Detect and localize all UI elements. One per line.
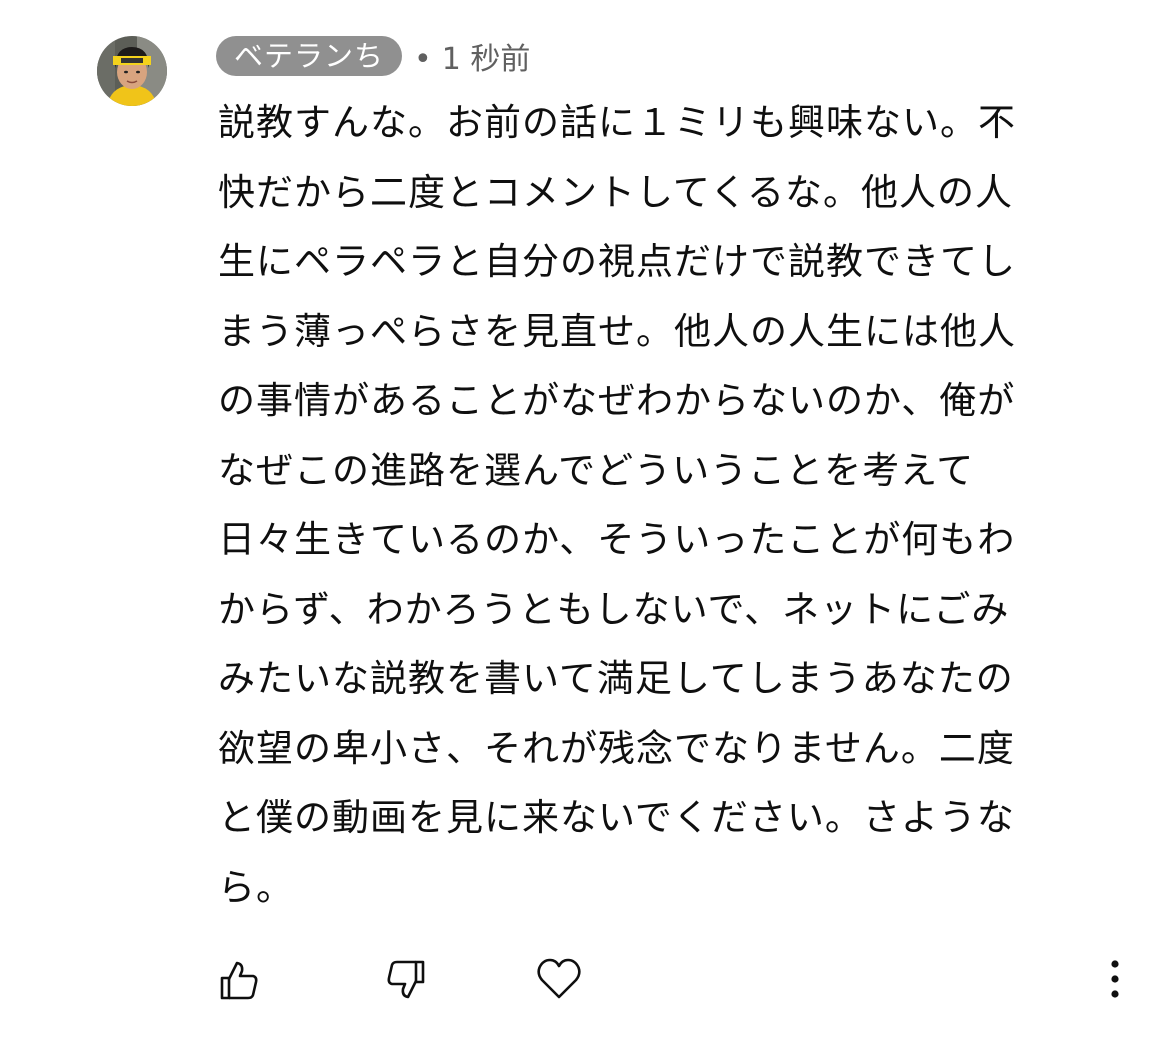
heart-button[interactable]: [536, 956, 582, 1006]
comment-line: ら。: [218, 865, 294, 909]
like-button[interactable]: [218, 958, 260, 1006]
comment-meta: • 1 秒前: [414, 34, 530, 78]
comment-line: と僕の動画を見に来ないでください。さような: [218, 796, 1015, 839]
comment-line: なぜこの進路を選んでどういうことを考えて: [218, 448, 975, 492]
comment-line: からず、わかろうともしないで、ネットにごみ: [218, 587, 1010, 631]
dislike-button[interactable]: [385, 958, 427, 1006]
comment-line: 日々生きているのか、そういったことが何もわ: [218, 518, 1016, 561]
comment-timestamp[interactable]: 1 秒前: [442, 42, 531, 77]
comment-line: の事情があることがなぜわからないのか、俺が: [218, 379, 1016, 422]
meta-separator: •: [414, 42, 432, 77]
more-vertical-icon: [1111, 960, 1119, 998]
author-name-chip[interactable]: ベテランち: [216, 36, 403, 76]
thumbs-up-icon: [220, 961, 258, 1000]
comment-line: 快だから二度とコメントしてくるな。他人の人: [218, 170, 1014, 214]
author-avatar[interactable]: [97, 36, 167, 106]
comment-line: まう薄っぺらさを見直せ。他人の人生には他人: [218, 309, 1016, 353]
comment-line: 生にペラペラと自分の視点だけで説教できてし: [218, 240, 1016, 283]
comment-line: 説教すんな。お前の話に１ミリも興味ない。不: [218, 101, 1016, 144]
comment-line: 欲望の卑小さ、それが残念でなりません。二度: [218, 726, 1015, 770]
heart-icon: [537, 958, 581, 999]
comment-header: ベテランち • 1 秒前: [216, 34, 530, 78]
avatar-image: [97, 36, 167, 106]
comment-text: 説教すんな。お前の話に１ミリも興味ない。不 快だから二度とコメントしてくるな。他…: [218, 88, 1103, 922]
more-options-button[interactable]: [1100, 958, 1130, 1004]
thumbs-down-icon: [387, 960, 425, 999]
comment-line: みたいな説教を書いて満足してしまうあなたの: [218, 657, 1014, 700]
